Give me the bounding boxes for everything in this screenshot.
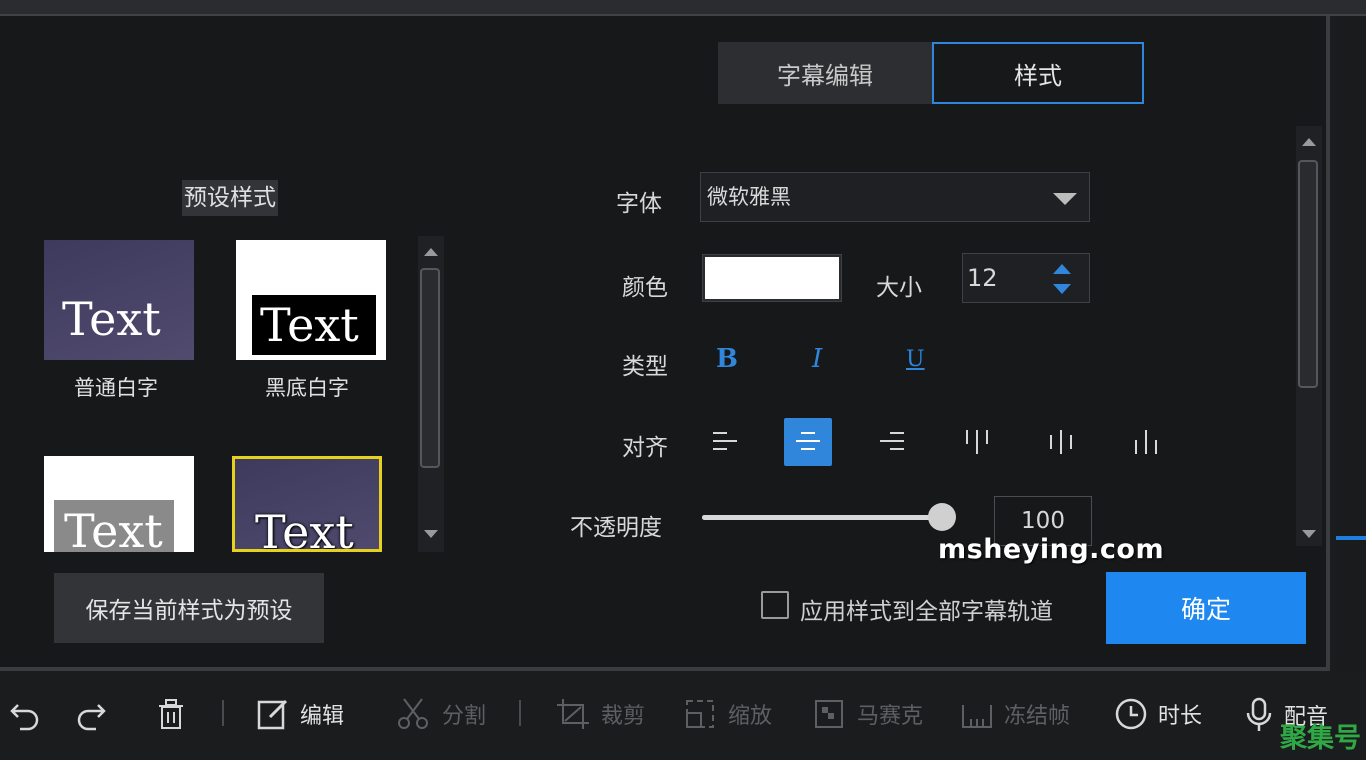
confirm-button[interactable]: 确定: [1106, 572, 1306, 644]
duration-button[interactable]: 时长: [1114, 697, 1202, 731]
opacity-slider[interactable]: [702, 503, 956, 531]
mosaic-icon: [815, 700, 843, 728]
scroll-up-icon[interactable]: [1302, 138, 1316, 146]
preset-outline-text-selected[interactable]: Text: [232, 456, 382, 552]
font-value: 微软雅黑: [707, 185, 791, 209]
italic-button[interactable]: I: [812, 344, 822, 374]
edit-icon: [257, 699, 288, 730]
align-top-icon[interactable]: [953, 418, 1001, 466]
opacity-slider-fill: [702, 515, 942, 520]
apply-all-label: 应用样式到全部字幕轨道: [800, 599, 1053, 625]
font-select[interactable]: 微软雅黑: [700, 172, 1090, 222]
apply-all-checkbox[interactable]: [761, 591, 789, 619]
mosaic-button[interactable]: 马赛克: [813, 697, 923, 731]
scroll-down-icon[interactable]: [424, 530, 438, 538]
preset-white-text[interactable]: Text: [44, 240, 194, 360]
edit-button[interactable]: 编辑: [256, 697, 344, 731]
opacity-slider-handle[interactable]: [928, 503, 956, 531]
toolbar-divider: [222, 700, 224, 726]
scissors-icon: [398, 698, 428, 729]
preset-sample-text: Text: [62, 292, 161, 346]
crop-label: 裁剪: [601, 704, 646, 729]
scroll-up-icon[interactable]: [424, 248, 438, 256]
tab-style[interactable]: 样式: [932, 42, 1144, 104]
align-center-icon[interactable]: [784, 418, 832, 466]
duration-label: 时长: [1158, 704, 1203, 729]
chevron-down-icon: [1053, 193, 1077, 205]
freeze-frame-label: 冻结帧: [1004, 704, 1071, 729]
freeze-frame-button[interactable]: 冻结帧: [960, 697, 1070, 731]
tab-subtitle-edit[interactable]: 字幕编辑: [718, 42, 932, 104]
bold-button[interactable]: B: [716, 344, 738, 374]
preset-sample-text: Text: [260, 298, 359, 352]
scroll-thumb[interactable]: [420, 268, 440, 468]
preset-black-bg-white-text[interactable]: Text: [236, 240, 386, 360]
style-scrollbar[interactable]: [1296, 126, 1322, 546]
preset-gray-bg-text[interactable]: Text: [44, 456, 194, 552]
crop-icon: [557, 699, 589, 729]
align-bottom-icon[interactable]: [1122, 418, 1170, 466]
underline-button[interactable]: U: [906, 347, 925, 372]
zoom-icon: [686, 700, 714, 728]
decrement-icon[interactable]: [1053, 284, 1071, 294]
redo-icon[interactable]: [74, 697, 118, 731]
save-preset-button[interactable]: 保存当前样式为预设: [54, 573, 324, 643]
align-left-icon[interactable]: [701, 418, 749, 466]
increment-icon[interactable]: [1053, 264, 1071, 274]
crop-button[interactable]: 裁剪: [555, 697, 645, 731]
type-label: 类型: [622, 354, 668, 380]
size-value: 12: [967, 264, 998, 292]
toolbar-divider: [519, 700, 521, 726]
trash-icon[interactable]: [155, 697, 197, 731]
title-bar: [0, 0, 1366, 16]
preset-scrollbar[interactable]: [418, 236, 444, 552]
microphone-icon: [1246, 697, 1272, 731]
align-label: 对齐: [622, 435, 668, 461]
opacity-label: 不透明度: [570, 515, 662, 541]
mosaic-label: 马赛克: [857, 704, 924, 729]
size-label: 大小: [876, 275, 922, 301]
scroll-thumb[interactable]: [1298, 160, 1318, 388]
color-label: 颜色: [622, 275, 668, 301]
clock-icon: [1115, 698, 1147, 730]
edit-label: 编辑: [300, 704, 345, 729]
split-button[interactable]: 分割: [396, 697, 486, 731]
align-right-icon[interactable]: [868, 418, 916, 466]
undo-icon[interactable]: [8, 697, 52, 731]
color-picker[interactable]: [702, 254, 842, 302]
playhead-line: [1336, 536, 1366, 540]
align-middle-icon[interactable]: [1037, 418, 1085, 466]
zoom-label: 缩放: [728, 704, 773, 729]
freeze-frame-icon: [962, 705, 992, 728]
preset-caption: 黑底白字: [265, 376, 349, 400]
preset-sample-text: Text: [255, 505, 354, 552]
color-swatch: [705, 257, 839, 299]
timeline-edge: [1336, 16, 1366, 671]
preset-styles-title: 预设样式: [182, 180, 278, 216]
preset-caption: 普通白字: [74, 376, 158, 400]
zoom-button[interactable]: 缩放: [684, 697, 772, 731]
brand-watermark: 聚集号: [1280, 723, 1361, 754]
scroll-down-icon[interactable]: [1302, 530, 1316, 538]
size-stepper[interactable]: 12: [962, 253, 1090, 303]
font-label: 字体: [616, 191, 662, 217]
watermark-text: msheying.com: [938, 534, 1165, 565]
preset-sample-text: Text: [64, 504, 163, 552]
split-label: 分割: [442, 704, 487, 729]
